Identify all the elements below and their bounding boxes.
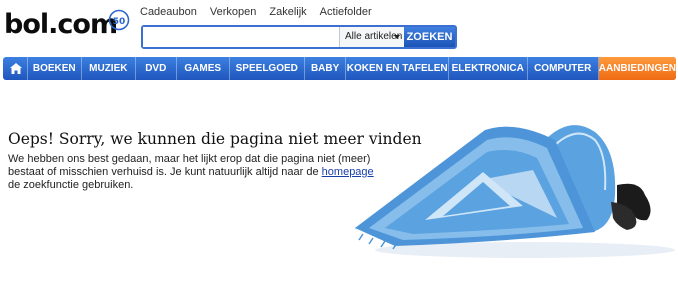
search-category-select[interactable]: Alle artikelen [339, 27, 404, 47]
bol-logo[interactable]: bol.com 50 [4, 9, 130, 40]
nav-item-dvd[interactable]: DVD [136, 57, 177, 80]
nav-item-baby[interactable]: BABY [305, 57, 347, 80]
search-bar: Alle artikelen ZOEKEN [141, 25, 457, 49]
chevron-down-icon [394, 35, 400, 39]
link-verkopen[interactable]: Verkopen [210, 6, 256, 18]
error-text-after: de zoekfunctie gebruiken. [8, 179, 134, 191]
error-text-before: We hebben ons best gedaan, maar het lijk… [8, 153, 371, 178]
main-nav: BOEKEN MUZIEK DVD GAMES SPEELGOED BABY K… [3, 57, 676, 80]
anniversary-badge-icon: 50 [108, 9, 130, 31]
nav-item-muziek[interactable]: MUZIEK [82, 57, 136, 80]
badge-text: 50 [113, 17, 126, 27]
nav-item-speelgoed[interactable]: SPEELGOED [230, 57, 305, 80]
magic-carpet-illustration [355, 125, 675, 258]
link-zakelijk[interactable]: Zakelijk [269, 6, 306, 18]
home-icon [10, 63, 22, 74]
search-button[interactable]: ZOEKEN [404, 27, 455, 47]
search-input[interactable] [143, 27, 339, 47]
nav-item-boeken[interactable]: BOEKEN [28, 57, 82, 80]
logo-text: bol.com [4, 9, 118, 40]
nav-item-elektronica[interactable]: ELEKTRONICA [449, 57, 528, 80]
nav-home[interactable] [3, 57, 28, 80]
link-actiefolder[interactable]: Actiefolder [320, 6, 372, 18]
error-message: We hebben ons best gedaan, maar het lijk… [8, 153, 398, 192]
nav-item-computer[interactable]: COMPUTER [528, 57, 599, 80]
link-cadeaubon[interactable]: Cadeaubon [140, 6, 197, 18]
nav-item-aanbiedingen[interactable]: AANBIEDINGEN [598, 57, 676, 80]
nav-item-games[interactable]: GAMES [177, 57, 230, 80]
nav-item-koken-en-tafelen[interactable]: KOKEN EN TAFELEN [346, 57, 449, 80]
top-links: Cadeaubon Verkopen Zakelijk Actiefolder [140, 6, 372, 18]
